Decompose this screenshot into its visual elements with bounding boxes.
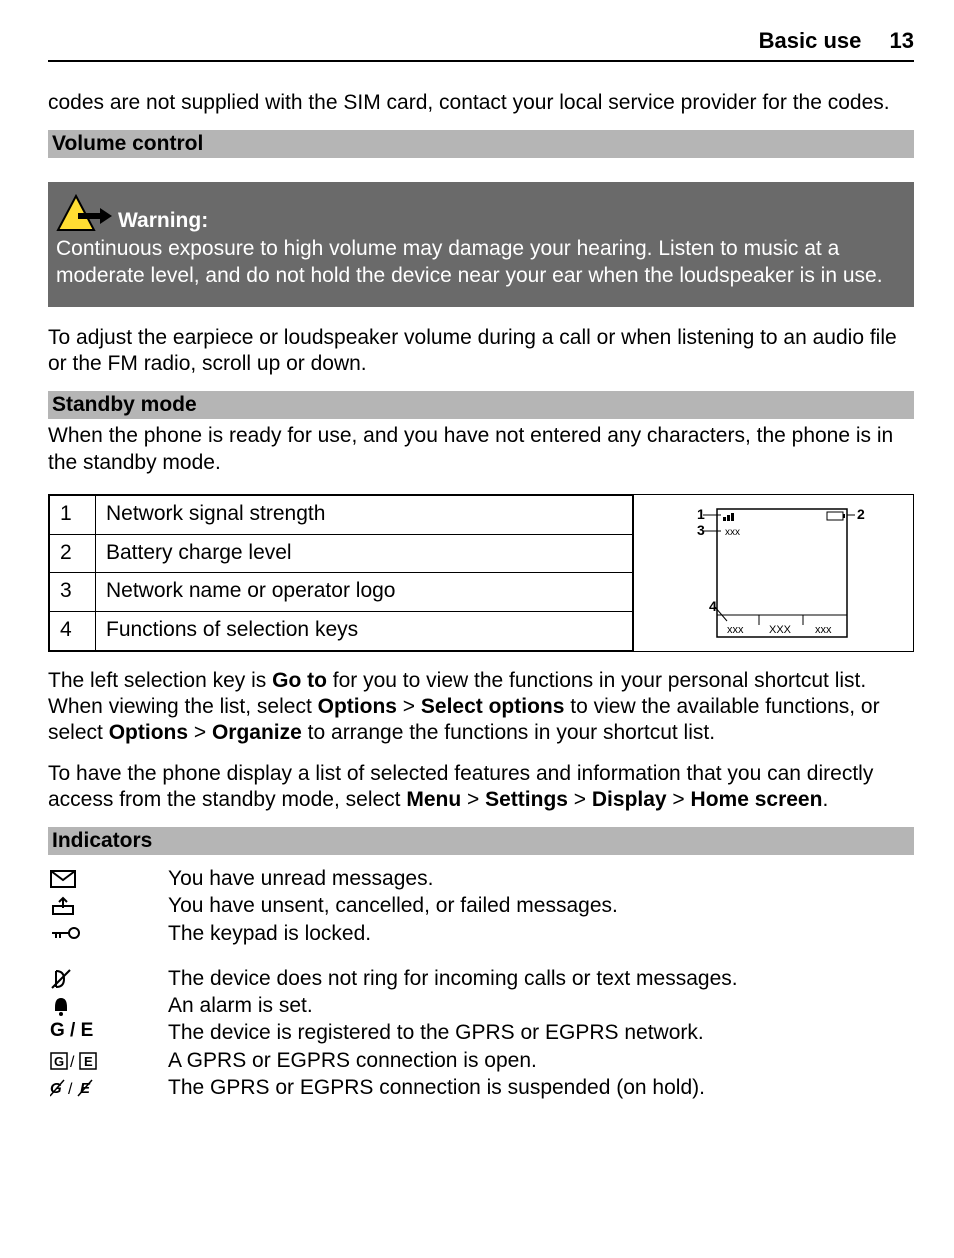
svg-text:xxx: xxx [815, 624, 832, 636]
section-indicators: Indicators [48, 827, 914, 855]
header-page-number: 13 [890, 28, 914, 53]
table-row: 4 Functions of selection keys [50, 612, 633, 651]
intro-continued: codes are not supplied with the SIM card… [48, 90, 914, 116]
indicator-row: You have unread messages. [48, 865, 914, 892]
svg-text:E: E [84, 1054, 93, 1069]
indicator-row: You have unsent, cancelled, or failed me… [48, 892, 914, 919]
standby-table-wrap: 1 Network signal strength 2 Battery char… [48, 494, 914, 652]
bold-menu: Menu [406, 788, 461, 811]
warning-text: Continuous exposure to high volume may d… [56, 236, 906, 289]
cell-num: 1 [50, 495, 96, 534]
svg-text:XXX: XXX [769, 624, 792, 636]
indicator-text: The device is registered to the GPRS or … [168, 1019, 914, 1046]
alarm-icon [48, 992, 168, 1018]
bold-options-2: Options [109, 721, 188, 744]
indicator-row: G / E The device is registered to the GP… [48, 1019, 914, 1046]
indicator-text: The GPRS or EGPRS connection is suspende… [168, 1074, 914, 1101]
silent-icon [48, 965, 168, 991]
cell-label: Functions of selection keys [96, 612, 633, 651]
svg-text:2: 2 [857, 506, 865, 522]
svg-text:G: G [54, 1054, 64, 1069]
cell-num: 4 [50, 612, 96, 651]
cell-label: Battery charge level [96, 534, 633, 573]
page-header: Basic use 13 [48, 28, 914, 62]
cell-num: 2 [50, 534, 96, 573]
outbox-icon [48, 892, 168, 918]
indicator-group: You have unread messages. You have unsen… [48, 865, 914, 947]
mail-icon [48, 865, 168, 891]
table-row: 3 Network name or operator logo [50, 573, 633, 612]
bold-settings: Settings [485, 788, 568, 811]
text: . [822, 788, 828, 811]
svg-text:1: 1 [697, 506, 705, 522]
text: > [397, 695, 421, 718]
bold-organize: Organize [212, 721, 302, 744]
manual-page: Basic use 13 codes are not supplied with… [0, 0, 954, 1159]
indicator-group: The device does not ring for incoming ca… [48, 965, 914, 1101]
cell-label: Network signal strength [96, 495, 633, 534]
indicator-row: G / E The GPRS or EGPRS connection is su… [48, 1074, 914, 1101]
gprs-egprs-suspended-icon: G / E [48, 1074, 168, 1100]
header-section: Basic use [759, 28, 862, 53]
indicator-text: The device does not ring for incoming ca… [168, 965, 914, 992]
standby-para-2: To have the phone display a list of sele… [48, 761, 914, 814]
indicator-text: The keypad is locked. [168, 920, 914, 947]
volume-body: To adjust the earpiece or loudspeaker vo… [48, 325, 914, 378]
svg-text:3: 3 [697, 522, 705, 538]
standby-intro: When the phone is ready for use, and you… [48, 423, 914, 476]
text: > [568, 788, 592, 811]
standby-table: 1 Network signal strength 2 Battery char… [49, 495, 633, 651]
warning-label: Warning: [118, 208, 208, 234]
svg-text:4: 4 [709, 598, 717, 614]
svg-text:/: / [68, 1081, 73, 1098]
keylock-icon [48, 920, 168, 946]
indicator-row: The keypad is locked. [48, 920, 914, 947]
bold-display: Display [592, 788, 667, 811]
section-standby-mode: Standby mode [48, 391, 914, 419]
indicator-text: A GPRS or EGPRS connection is open. [168, 1047, 914, 1074]
bold-go-to: Go to [272, 669, 327, 692]
section-volume-control: Volume control [48, 130, 914, 158]
warning-icon [56, 192, 114, 234]
indicator-text: You have unread messages. [168, 865, 914, 892]
text: The left selection key is [48, 669, 272, 692]
text: > [461, 788, 485, 811]
bold-select-options: Select options [421, 695, 565, 718]
table-row: 2 Battery charge level [50, 534, 633, 573]
svg-text:/: / [70, 1054, 75, 1071]
cell-num: 3 [50, 573, 96, 612]
standby-para-1: The left selection key is Go to for you … [48, 668, 914, 747]
gprs-egprs-boxed-icon: G / E [48, 1047, 168, 1073]
text: to arrange the functions in your shortcu… [302, 721, 715, 744]
indicator-row: An alarm is set. [48, 992, 914, 1019]
table-row: 1 Network signal strength [50, 495, 633, 534]
indicator-row: The device does not ring for incoming ca… [48, 965, 914, 992]
cell-label: Network name or operator logo [96, 573, 633, 612]
indicators-list: You have unread messages. You have unsen… [48, 865, 914, 1101]
bold-options: Options [318, 695, 397, 718]
indicator-text: You have unsent, cancelled, or failed me… [168, 892, 914, 919]
gprs-egprs-icon: G / E [48, 1019, 168, 1044]
svg-text:xxx: xxx [725, 527, 740, 538]
standby-figure: 1 2 3 4 xxx [633, 495, 913, 651]
bold-home-screen: Home screen [691, 788, 823, 811]
indicator-text: An alarm is set. [168, 992, 914, 1019]
indicator-row: G / E A GPRS or EGPRS connection is open… [48, 1047, 914, 1074]
svg-text:xxx: xxx [727, 624, 744, 636]
text: > [188, 721, 212, 744]
warning-box: Warning: Continuous exposure to high vol… [48, 182, 914, 307]
text: > [667, 788, 691, 811]
